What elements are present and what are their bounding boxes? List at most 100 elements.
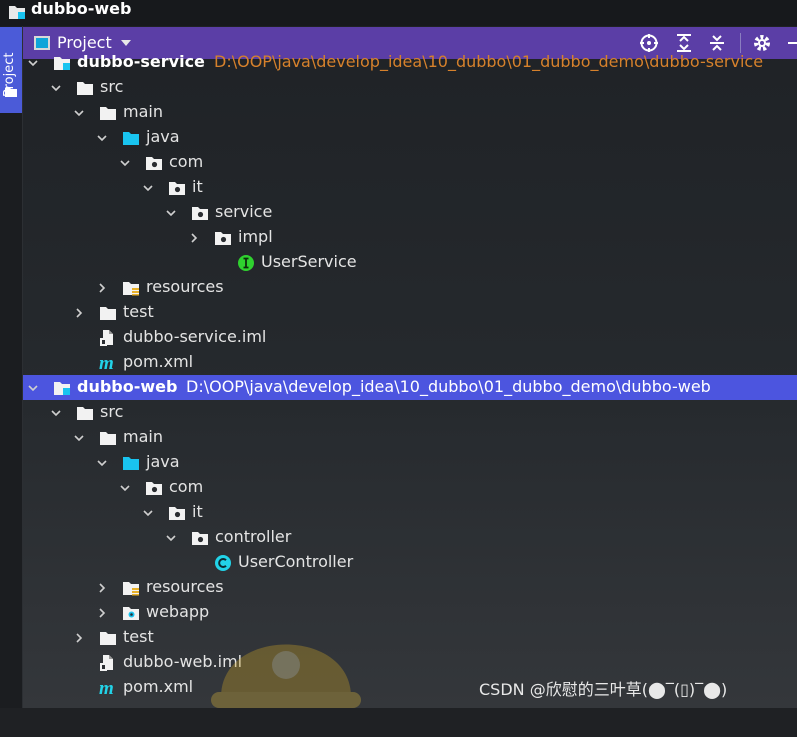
tree-item-label: webapp [146,602,210,621]
tree-row[interactable]: com [23,150,797,175]
project-view-icon [34,36,50,50]
tree-row[interactable]: UserService [23,250,797,275]
tree-row[interactable]: test [23,625,797,650]
source-folder-icon [123,457,139,470]
tree-row-module[interactable]: dubbo-service D:\OOP\java\develop_idea\10… [23,50,797,75]
tree-row[interactable]: impl [23,225,797,250]
chevron-down-icon[interactable] [143,183,153,193]
tree-row[interactable]: java [23,450,797,475]
tree-row[interactable]: dubbo-service.iml [23,325,797,350]
package-icon [146,157,162,170]
chevron-right-icon[interactable] [97,283,107,293]
tree-row[interactable]: src [23,400,797,425]
module-path: D:\OOP\java\develop_idea\10_dubbo\01_dub… [214,52,764,71]
chevron-down-icon[interactable] [166,208,176,218]
tree-item-label: it [192,502,203,521]
tree-row[interactable]: m pom.xml [23,350,797,375]
iml-file-icon [100,330,113,346]
tree-item-label: dubbo-service.iml [123,327,267,346]
hardhat-background-image [211,644,361,708]
tree-row[interactable]: java [23,125,797,150]
tree-row[interactable]: webapp [23,600,797,625]
folder-icon [5,88,17,97]
chevron-down-icon[interactable] [97,133,107,143]
tree-item-label: UserController [238,552,354,571]
chevron-right-icon[interactable] [189,233,199,243]
tree-item-label: pom.xml [123,352,194,371]
resources-folder-icon [123,582,139,596]
chevron-down-icon[interactable] [97,458,107,468]
tree-item-label: dubbo-web [77,377,178,396]
chevron-right-icon[interactable] [74,308,84,318]
chevron-down-icon[interactable] [120,158,130,168]
class-icon [215,555,231,571]
tree-row[interactable]: resources [23,275,797,300]
folder-icon [100,632,116,645]
package-icon [192,207,208,220]
tree-item-label: src [100,77,124,96]
source-folder-icon [123,132,139,145]
tree-row[interactable]: src [23,75,797,100]
tree-item-label: controller [215,527,292,546]
project-window-icon [9,6,25,19]
chevron-down-icon[interactable] [28,58,38,68]
chevron-down-icon[interactable] [74,108,84,118]
chevron-down-icon[interactable] [74,433,84,443]
chevron-right-icon[interactable] [74,633,84,643]
title-bar: dubbo-web [0,0,797,26]
module-icon [54,382,70,395]
package-icon [169,182,185,195]
chevron-down-icon[interactable] [51,83,61,93]
chevron-down-icon[interactable] [51,408,61,418]
chevron-right-icon[interactable] [97,583,107,593]
web-folder-icon [123,607,139,620]
maven-icon: m [99,354,114,371]
tree-item-label: src [100,402,124,421]
tree-row-module[interactable]: dubbo-web D:\OOP\java\develop_idea\10_dub… [23,375,797,400]
chevron-down-icon[interactable] [121,40,131,46]
chevron-right-icon[interactable] [97,608,107,618]
chevron-down-icon[interactable] [166,533,176,543]
tree-row[interactable]: main [23,425,797,450]
tree-row[interactable]: test [23,300,797,325]
chevron-down-icon[interactable] [120,483,130,493]
tree-item-label: impl [238,227,273,246]
tree-item-label: resources [146,277,224,296]
tree-item-label: test [123,302,154,321]
folder-icon [77,82,93,95]
package-icon [192,532,208,545]
tree-row[interactable]: it [23,175,797,200]
svg-text:m: m [99,354,114,371]
tree-row[interactable]: resources [23,575,797,600]
module-icon [54,57,70,70]
project-panel: Project dubbo-service D:\OOP\java\develop… [23,27,797,708]
tree-item-label: java [146,452,180,471]
tree-item-label: com [169,477,204,496]
tree-item-label: service [215,202,273,221]
window-title: dubbo-web [31,0,132,18]
tree-item-label: dubbo-service [77,52,205,71]
chevron-down-icon[interactable] [143,508,153,518]
tree-row[interactable]: dubbo-web.iml [23,650,797,675]
interface-icon [238,255,254,271]
tree-row[interactable]: it [23,500,797,525]
watermark-text: CSDN @欣慰的三叶草(⬤‾(▯)‾⬤) [479,680,728,699]
iml-file-icon [100,655,113,671]
chevron-down-icon[interactable] [28,383,38,393]
tree-row[interactable]: UserController [23,550,797,575]
tree-item-label: java [146,127,180,146]
folder-icon [77,407,93,420]
tree-row[interactable]: service [23,200,797,225]
resources-folder-icon [123,282,139,296]
folder-icon [100,432,116,445]
tree-item-label: UserService [261,252,357,271]
tree-row[interactable]: controller [23,525,797,550]
module-path: D:\OOP\java\develop_idea\10_dubbo\01_dub… [186,377,711,396]
tree-item-label: it [192,177,203,196]
tool-window-strip [0,26,23,708]
tree-item-label: com [169,152,204,171]
project-tool-tab[interactable]: Project [0,27,22,113]
tree-item-label: test [123,627,154,646]
tree-row[interactable]: main [23,100,797,125]
tree-row[interactable]: com [23,475,797,500]
